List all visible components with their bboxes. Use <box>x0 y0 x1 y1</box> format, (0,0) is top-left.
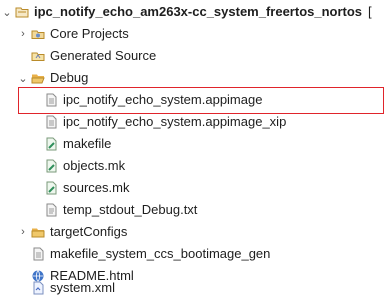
chevron-right-icon[interactable]: › <box>18 23 28 45</box>
tree-item-label: Generated Source <box>50 48 157 63</box>
tree-item-core-projects[interactable]: › Core Projects <box>18 23 129 45</box>
file-icon <box>31 247 45 261</box>
chevron-right-icon[interactable]: › <box>18 221 28 243</box>
tree-item-label: Debug <box>50 70 89 85</box>
tree-item-label: makefile_system_ccs_bootimage_gen <box>50 246 271 261</box>
tree-item-bootimage-gen[interactable]: makefile_system_ccs_bootimage_gen <box>31 243 270 265</box>
tree-item-debug[interactable]: ⌄ Debug <box>18 67 88 89</box>
makefile-icon <box>44 159 58 173</box>
tree-item-label: makefile <box>63 136 112 151</box>
project-folder-icon <box>15 5 29 19</box>
makefile-icon <box>44 181 58 195</box>
tree-item-temp-stdout[interactable]: temp_stdout_Debug.txt <box>44 199 197 221</box>
highlight-box <box>18 87 384 114</box>
folder-open-icon <box>31 71 45 85</box>
tree-item-label: system.xml <box>50 280 115 295</box>
xml-file-icon <box>31 281 45 295</box>
tree-item-targetconfigs[interactable]: › targetConfigs <box>18 221 127 243</box>
folder-icon <box>31 225 45 239</box>
chevron-down-icon[interactable]: ⌄ <box>2 1 12 23</box>
text-file-icon <box>44 203 58 217</box>
tree-item-makefile[interactable]: makefile <box>44 133 111 155</box>
tree-item-label: ipc_notify_echo_system.appimage_xip <box>63 114 287 129</box>
generated-source-icon <box>31 49 45 63</box>
tree-item-generated-source[interactable]: Generated Source <box>18 45 156 67</box>
makefile-icon <box>44 137 58 151</box>
tree-item-label: targetConfigs <box>50 224 128 239</box>
tree-item-label: objects.mk <box>63 158 126 173</box>
tree-item-appimage-xip[interactable]: ipc_notify_echo_system.appimage_xip <box>44 111 286 133</box>
tree-item-objects-mk[interactable]: objects.mk <box>44 155 125 177</box>
tree-item-system-xml[interactable]: system.xml <box>31 277 115 299</box>
project-suffix: [ <box>368 4 372 19</box>
tree-item-label: Core Projects <box>50 26 129 41</box>
tree-item-label: sources.mk <box>63 180 130 195</box>
project-label: ipc_notify_echo_am263x-cc_system_freerto… <box>34 4 363 19</box>
tree-item-project[interactable]: ⌄ ipc_notify_echo_am263x-cc_system_freer… <box>2 1 372 23</box>
tree-item-label: temp_stdout_Debug.txt <box>63 202 198 217</box>
core-projects-icon <box>31 27 45 41</box>
file-icon <box>44 115 58 129</box>
project-explorer-tree: ⌄ ipc_notify_echo_am263x-cc_system_freer… <box>0 0 386 299</box>
chevron-down-icon[interactable]: ⌄ <box>18 67 28 89</box>
tree-item-sources-mk[interactable]: sources.mk <box>44 177 129 199</box>
